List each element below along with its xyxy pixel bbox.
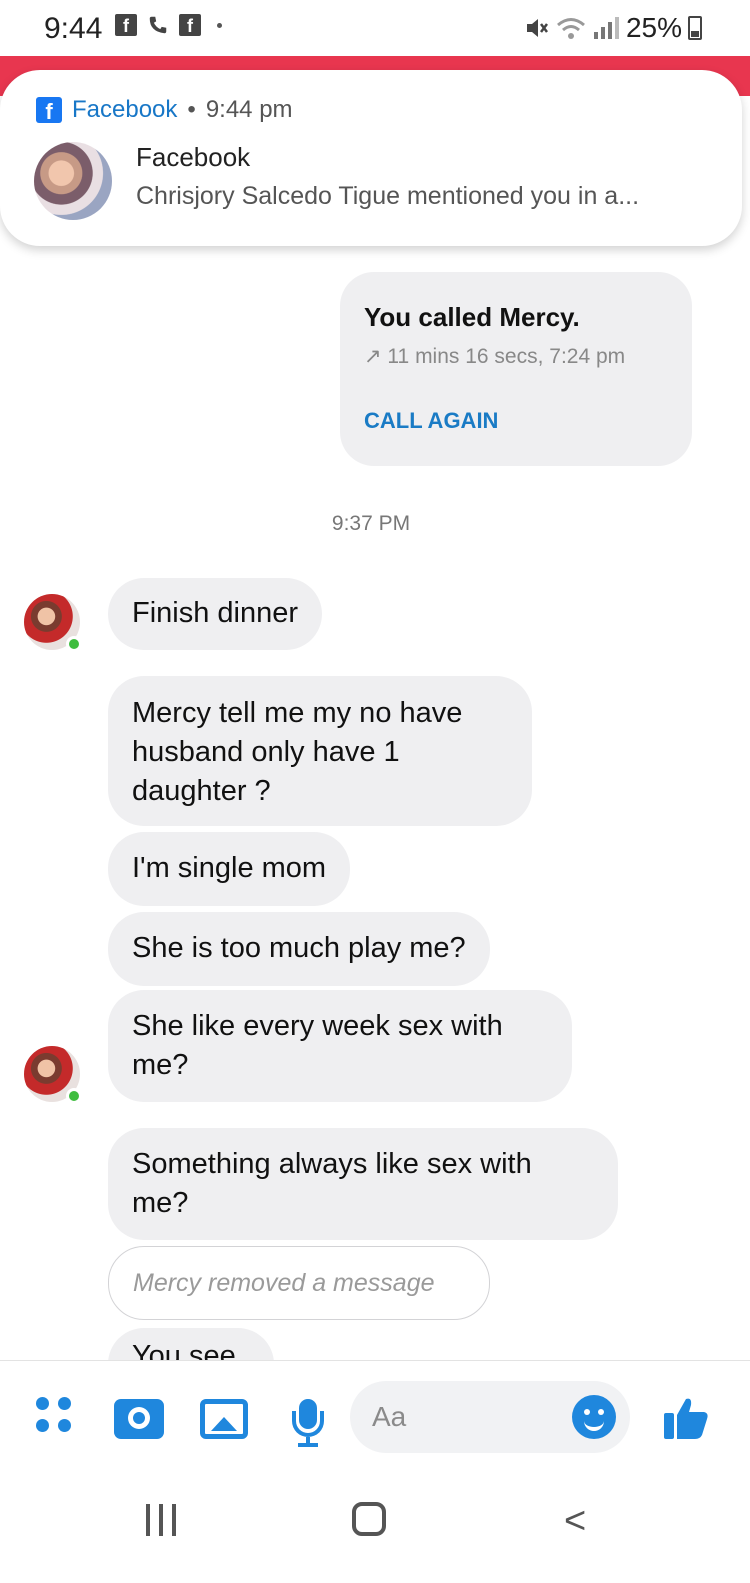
message-composer	[0, 1360, 750, 1468]
status-system-icons: 25%	[524, 12, 702, 44]
facebook-status-icon: f	[115, 14, 137, 36]
notification-app-name: Facebook	[72, 96, 178, 123]
contact-avatar-2[interactable]	[24, 1046, 82, 1104]
removed-message: Mercy removed a message	[108, 1246, 490, 1320]
message-text: Finish dinner	[132, 597, 299, 629]
status-time: 9:44	[44, 12, 103, 45]
notification-separator: •	[187, 96, 196, 123]
message-bubble[interactable]: Finish dinner	[108, 578, 323, 650]
status-bar: 9:44 f f 25%	[0, 0, 750, 56]
recents-button[interactable]	[146, 1504, 176, 1536]
thumbs-up-icon[interactable]	[662, 1395, 710, 1441]
message-bubble-3[interactable]: I'm single mom	[108, 832, 351, 906]
message-input-container[interactable]	[350, 1381, 630, 1453]
chat-timestamp: 9:37 PM	[331, 512, 411, 535]
more-notifications-dot	[217, 22, 222, 28]
message-bubble-6[interactable]: Something always like sex with me?	[108, 1128, 618, 1240]
notification-time: 9:44 pm	[205, 96, 293, 123]
battery-percent: 25%	[625, 12, 682, 43]
system-nav-bar: <	[0, 1468, 750, 1583]
notification-text: Chrisjory Salcedo Tigue mentioned you in…	[136, 182, 640, 210]
message-text-4: She is too much play me?	[132, 932, 466, 964]
message-input[interactable]	[350, 1381, 560, 1453]
gallery-icon[interactable]	[200, 1399, 248, 1439]
facebook-icon: f	[36, 97, 62, 124]
message-bubble-2[interactable]: Mercy tell me my no have husband only ha…	[108, 676, 532, 826]
signal-icon	[593, 17, 619, 39]
contact-avatar[interactable]	[24, 594, 82, 652]
message-text-3: I'm single mom	[132, 852, 327, 884]
camera-icon[interactable]	[114, 1399, 164, 1439]
call-again-button[interactable]: CALL AGAIN	[364, 408, 498, 434]
microphone-icon[interactable]	[288, 1399, 328, 1447]
notification-avatar	[34, 142, 112, 220]
message-text-6: Something always like sex with me?	[132, 1148, 532, 1219]
message-text-2: Mercy tell me my no have husband only ha…	[132, 697, 463, 807]
phone-status-icon	[149, 16, 167, 34]
message-bubble-4[interactable]: She is too much play me?	[108, 912, 490, 986]
facebook-status-icon-2: f	[179, 14, 201, 36]
emoji-icon[interactable]	[572, 1395, 616, 1439]
online-indicator-2	[66, 1088, 82, 1104]
online-indicator	[66, 636, 82, 652]
facebook-notification[interactable]: f Facebook • 9:44 pm	[0, 70, 742, 246]
status-notification-icons: f f	[115, 14, 222, 36]
call-title: You called Mercy.	[364, 302, 580, 332]
more-options-icon[interactable]	[36, 1397, 76, 1437]
wifi-icon	[556, 18, 585, 39]
home-button[interactable]	[352, 1502, 386, 1536]
battery-icon	[688, 16, 702, 40]
back-button[interactable]: <	[564, 1500, 586, 1543]
mute-icon	[526, 19, 548, 37]
notification-header: f Facebook • 9:44 pm	[36, 96, 293, 124]
call-detail: ↗ 11 mins 16 secs, 7:24 pm	[364, 345, 626, 368]
notification-title: Facebook	[136, 142, 251, 172]
message-text-5: She like every week sex with me?	[132, 1010, 503, 1081]
message-bubble-5[interactable]: She like every week sex with me?	[108, 990, 572, 1102]
call-log-card: You called Mercy. ↗ 11 mins 16 secs, 7:2…	[340, 272, 692, 466]
